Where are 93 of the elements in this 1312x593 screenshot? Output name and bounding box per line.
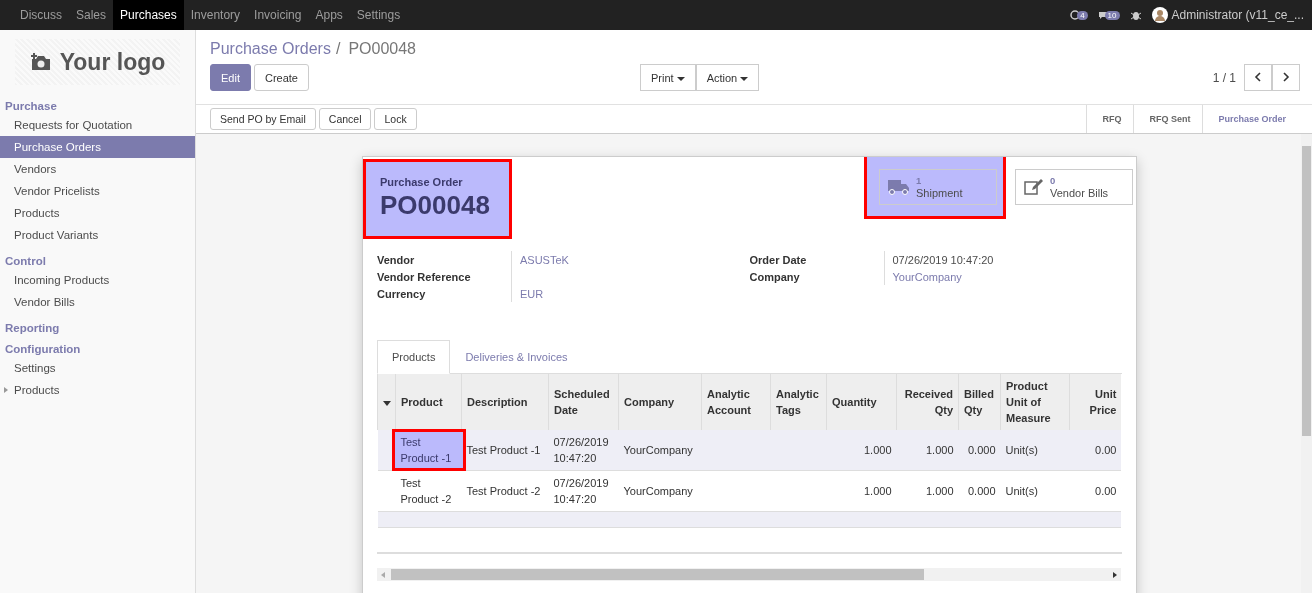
sidebar-item[interactable]: Settings — [0, 357, 195, 379]
chevron-left-icon — [1254, 71, 1262, 82]
column-header[interactable]: Company — [618, 374, 702, 430]
pager-text: 1 / 1 — [1212, 70, 1236, 85]
table-cell-text: YourCompany — [623, 484, 693, 499]
table-cell-text: Test Product -2 — [466, 484, 541, 499]
field-label: Currency — [377, 287, 427, 300]
field-value[interactable]: ASUSTeK — [520, 253, 569, 266]
breadcrumb-current: PO00048 — [348, 40, 416, 58]
order-number: PO00048 — [380, 190, 491, 221]
field-value[interactable]: EUR — [520, 287, 544, 300]
field-value[interactable]: YourCompany — [892, 270, 962, 283]
truck-icon — [888, 178, 910, 196]
field-value: 07/26/2019 10:47:20 — [892, 253, 994, 266]
table-cell-text: Test Product -1 — [466, 443, 541, 458]
smart-button[interactable]: 0 Vendor Bills — [1015, 169, 1133, 205]
top-menu-item[interactable]: Invoicing — [247, 0, 309, 30]
top-menu-item[interactable]: Sales — [69, 0, 114, 30]
column-header[interactable]: Analytic Account — [701, 374, 771, 430]
sidebar-item[interactable]: Incoming Products — [0, 269, 195, 291]
column-header[interactable]: Received Qty — [896, 374, 959, 430]
table-cell-text: Unit(s) — [1005, 484, 1038, 499]
create-button[interactable]: Create — [253, 64, 309, 91]
table-cell-text: 1.000 — [925, 484, 954, 499]
chevron-right-icon — [1282, 71, 1290, 82]
smart-button[interactable]: 1 Shipment — [879, 169, 997, 205]
sidebar-item[interactable]: Purchase Orders — [0, 136, 195, 158]
field-label: Vendor — [377, 253, 416, 266]
breadcrumb-link[interactable]: Purchase Orders — [210, 40, 331, 58]
table-cell-text: 0.00 — [1095, 443, 1117, 458]
user-menu[interactable]: Administrator (v11_ce_... — [1171, 8, 1304, 22]
top-menu-item[interactable]: Discuss — [13, 0, 69, 30]
breadcrumb-separator: / — [335, 40, 341, 58]
notebook-tab[interactable]: Products — [377, 340, 451, 374]
table-cell-text: 1.000 — [863, 443, 892, 458]
column-header[interactable]: Product — [395, 374, 462, 430]
stage-step[interactable]: Purchase Order — [1202, 105, 1298, 133]
column-header[interactable]: Description — [461, 374, 549, 430]
next-button[interactable] — [1272, 64, 1300, 91]
action-dropdown[interactable]: Action — [695, 64, 760, 91]
top-menu-item[interactable]: Settings — [349, 0, 408, 30]
top-menu-item[interactable]: Apps — [308, 0, 350, 30]
table-cell-text: 07/26/2019 10:47:20 — [553, 435, 610, 466]
camera-icon — [29, 52, 52, 72]
sidebar-item[interactable]: Vendor Pricelists — [0, 180, 195, 202]
sidebar-item[interactable]: Product Variants — [0, 224, 195, 246]
column-header[interactable]: Analytic Tags — [770, 374, 827, 430]
sidebar-item[interactable]: Products — [0, 379, 195, 401]
table-cell-text: 0.00 — [1095, 484, 1117, 499]
column-header[interactable]: Quantity — [826, 374, 897, 430]
stage-step[interactable]: RFQ Sent — [1133, 105, 1203, 133]
section-title[interactable]: Reporting — [0, 313, 195, 334]
table-cell-text: 0.000 — [967, 484, 996, 499]
sidebar-item[interactable]: Vendor Bills — [0, 291, 195, 313]
horizontal-scrollbar[interactable] — [377, 568, 1121, 581]
section-title[interactable]: Control — [0, 246, 195, 269]
column-header[interactable]: Billed Qty — [958, 374, 1001, 430]
previous-button[interactable] — [1244, 64, 1272, 91]
vertical-scrollbar[interactable] — [1301, 134, 1312, 593]
table-cell-text: 0.000 — [967, 443, 996, 458]
bug-icon[interactable] — [1129, 9, 1142, 21]
table-cell-text: Test Product -2 — [400, 476, 453, 507]
column-header[interactable]: Product Unit of Measure — [1000, 374, 1070, 430]
notebook-tab[interactable]: Deliveries & Invoices — [450, 340, 583, 374]
table-cell-text: Unit(s) — [1005, 443, 1038, 458]
sidebar-item[interactable]: Requests for Quotation — [0, 114, 195, 136]
sidebar-item[interactable]: Vendors — [0, 158, 195, 180]
top-menu-item[interactable]: Purchases — [113, 0, 184, 30]
logo-text: Your logo — [59, 48, 166, 76]
sidebar-item[interactable]: Products — [0, 202, 195, 224]
field-label: Vendor Reference — [377, 270, 472, 283]
status-action-button[interactable]: Lock — [374, 108, 417, 130]
status-action-button[interactable]: Cancel — [318, 108, 372, 130]
edit-button[interactable]: Edit — [210, 64, 251, 91]
caret-icon[interactable] — [382, 401, 391, 406]
stage-step[interactable]: RFQ — [1086, 105, 1134, 133]
section-title[interactable]: Configuration — [0, 334, 195, 357]
column-header[interactable]: Scheduled Date — [548, 374, 619, 430]
form-caption: Purchase Order — [380, 176, 464, 188]
section-title[interactable]: Purchase — [0, 91, 195, 114]
table-cell-text: YourCompany — [623, 443, 693, 458]
pencil-icon — [1024, 178, 1044, 196]
table-cell-text: 1.000 — [925, 443, 954, 458]
status-action-button[interactable]: Send PO by Email — [210, 108, 316, 130]
table-cell-text: 1.000 — [863, 484, 892, 499]
field-label: Company — [749, 270, 801, 283]
top-menu-item[interactable]: Inventory — [183, 0, 248, 30]
column-header[interactable]: Unit Price — [1069, 374, 1121, 430]
avatar[interactable] — [1151, 7, 1168, 23]
table-cell-text: 07/26/2019 10:47:20 — [553, 476, 610, 507]
field-label: Order Date — [749, 253, 808, 266]
table-cell: Test Product -1 — [394, 432, 463, 468]
print-dropdown[interactable]: Print — [640, 64, 696, 91]
